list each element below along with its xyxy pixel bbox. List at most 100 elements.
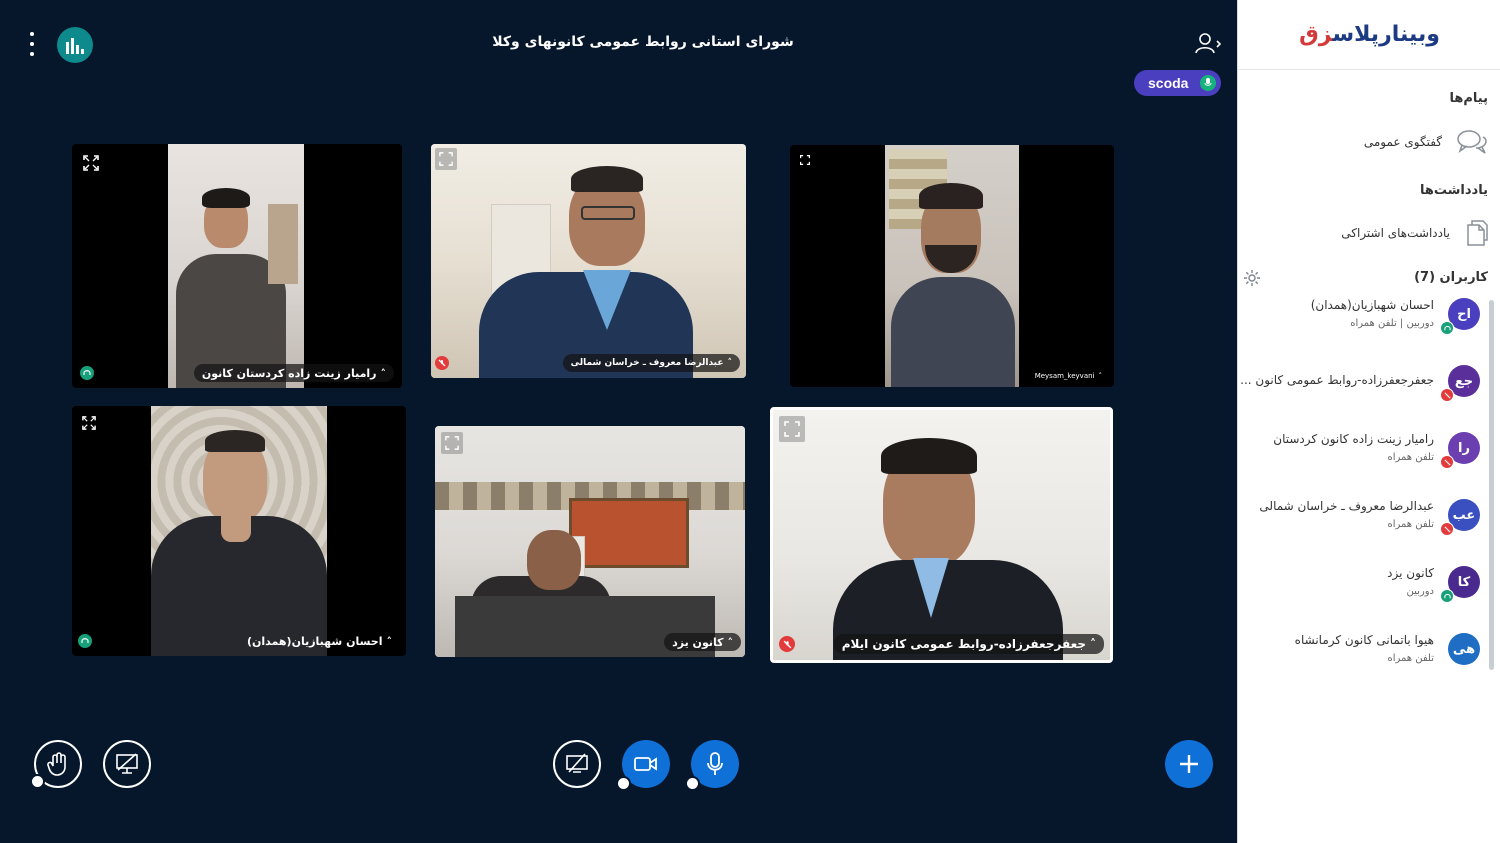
chevron-up-icon: ˄ xyxy=(386,634,393,648)
video-stage: شورای استانی روابط عمومی کانونهای وکلا s… xyxy=(0,0,1237,843)
actions-plus-button[interactable] xyxy=(1165,740,1213,788)
user-row[interactable]: جع جعفرجعفرزاده-روابط عمومی کانون ... xyxy=(1240,359,1486,409)
options-menu-icon[interactable] xyxy=(26,32,38,56)
plus-icon xyxy=(1180,755,1198,773)
presenter-name: scoda xyxy=(1148,75,1189,91)
raise-hand-button[interactable] xyxy=(30,740,82,789)
raise-hand-options[interactable] xyxy=(30,774,45,789)
toggle-userlist-icon[interactable] xyxy=(1194,31,1224,57)
participant-name-tag[interactable]: ˄ Meysam_keyvani xyxy=(1027,367,1110,385)
headphones-icon xyxy=(1440,321,1454,335)
user-meta: تلفن همراه xyxy=(1387,519,1434,530)
expand-icon[interactable] xyxy=(80,152,102,174)
user-meta: تلفن همراه xyxy=(1387,653,1434,664)
video-feed xyxy=(168,144,304,388)
presentation-toggle-button[interactable] xyxy=(103,740,151,788)
video-tile[interactable]: ˄ احسان شهبازیان(همدان) xyxy=(72,406,406,656)
user-row[interactable]: را رامیار زینت زاده کانون کردستان تلفن ه… xyxy=(1241,426,1486,476)
muted-mic-icon xyxy=(779,636,795,652)
user-meta: دوربین xyxy=(1406,586,1434,597)
video-tile[interactable]: ˄ Meysam_keyvani xyxy=(790,145,1114,387)
muted-mic-icon xyxy=(1440,455,1454,469)
document-icon xyxy=(1467,220,1488,246)
participant-name: کانون یزد xyxy=(672,635,724,649)
video-feed xyxy=(773,410,1110,660)
hand-icon xyxy=(47,752,66,776)
participant-name-tag[interactable]: ˄ کانون یزد xyxy=(664,633,741,651)
participant-name-tag[interactable]: ˄ جعفرجعفرزاده-روابط عمومی کانون ایلام xyxy=(833,634,1104,654)
headphones-icon xyxy=(78,634,92,648)
settings-gear-icon[interactable] xyxy=(1243,269,1261,287)
users-heading: کاربران (7) xyxy=(1414,270,1488,285)
chat-icon xyxy=(1457,130,1487,154)
chevron-up-icon: ˄ xyxy=(727,358,733,368)
public-chat-label: گفتگوی عمومی xyxy=(1363,135,1442,149)
user-name: هیوا باتمانی کانون کرمانشاه xyxy=(1294,633,1434,647)
screen-share-off-icon xyxy=(566,753,588,773)
shared-notes-label: یادداشت‌های اشتراکی xyxy=(1341,226,1450,240)
muted-mic-icon xyxy=(435,356,449,370)
headphones-icon xyxy=(1440,589,1454,603)
video-tile[interactable]: ˄ عبدالرضا معروف ـ خراسان شمالی xyxy=(431,144,746,378)
presentation-off-icon xyxy=(116,753,138,774)
user-row[interactable]: اح احسان شهبازیان(همدان) دوربین | تلفن ه… xyxy=(1241,292,1486,342)
user-name: احسان شهبازیان(همدان) xyxy=(1310,298,1434,312)
public-chat-item[interactable]: گفتگوی عمومی xyxy=(1248,122,1488,162)
mic-icon xyxy=(1200,75,1216,91)
muted-mic-icon xyxy=(1440,522,1454,536)
muted-mic-icon xyxy=(1440,388,1454,402)
participant-name: جعفرجعفرزاده-روابط عمومی کانون ایلام xyxy=(841,637,1086,651)
microphone-button[interactable] xyxy=(685,740,739,791)
user-list-scrollbar[interactable] xyxy=(1489,300,1494,670)
brand-logo: وبینارپلاسزق xyxy=(1238,0,1500,70)
notes-heading: یادداشت‌ها xyxy=(1419,183,1488,198)
camera-icon xyxy=(634,757,657,771)
audio-options[interactable] xyxy=(685,776,700,791)
presenter-badge: scoda xyxy=(1134,70,1221,96)
user-name: جعفرجعفرزاده-روابط عمومی کانون ... xyxy=(1240,373,1434,387)
user-name: رامیار زینت زاده کانون کردستان xyxy=(1273,432,1434,446)
expand-icon[interactable] xyxy=(794,149,816,171)
brand-name: وبینارپلاسزق xyxy=(1299,22,1441,47)
user-meta: تلفن همراه xyxy=(1387,452,1434,463)
avatar: هی xyxy=(1448,633,1480,665)
video-feed xyxy=(431,144,746,378)
video-feed xyxy=(885,145,1019,387)
participant-name: احسان شهبازیان(همدان) xyxy=(247,634,383,648)
expand-icon[interactable] xyxy=(441,432,463,454)
video-feed xyxy=(435,426,745,657)
user-name: کانون یزد xyxy=(1387,566,1434,580)
video-tile[interactable]: ˄ رامیار زینت زاده کردستان کانون xyxy=(72,144,402,388)
user-row[interactable]: عب عبدالرضا معروف ـ خراسان شمالی تلفن هم… xyxy=(1241,493,1486,543)
webcam-options[interactable] xyxy=(616,776,631,791)
mic-icon xyxy=(707,752,723,775)
shared-notes-item[interactable]: یادداشت‌های اشتراکی xyxy=(1248,213,1488,253)
connection-stats-icon[interactable] xyxy=(57,27,93,63)
participant-name-tag[interactable]: ˄ احسان شهبازیان(همدان) xyxy=(239,632,400,650)
expand-icon[interactable] xyxy=(779,416,805,442)
participant-name: Meysam_keyvani xyxy=(1034,372,1095,380)
screen-share-button[interactable] xyxy=(553,740,601,788)
messages-heading: پیام‌ها xyxy=(1449,91,1489,106)
webcam-button[interactable] xyxy=(616,740,670,791)
chevron-up-icon: ˄ xyxy=(380,366,387,380)
expand-icon[interactable] xyxy=(435,148,457,170)
participant-name-tag[interactable]: ˄ عبدالرضا معروف ـ خراسان شمالی xyxy=(562,354,740,372)
participant-name-tag[interactable]: ˄ رامیار زینت زاده کردستان کانون xyxy=(193,364,394,382)
user-meta: دوربین | تلفن همراه xyxy=(1350,318,1434,329)
sidebar: وبینارپلاسزق پیام‌ها گفتگوی عمومی یادداش… xyxy=(1237,0,1500,843)
participant-name: عبدالرضا معروف ـ خراسان شمالی xyxy=(570,358,724,368)
chevron-up-icon: ˄ xyxy=(727,635,734,649)
chevron-up-icon: ˄ xyxy=(1090,637,1096,651)
video-tile[interactable]: ˄ کانون یزد xyxy=(435,426,745,657)
user-name: عبدالرضا معروف ـ خراسان شمالی xyxy=(1259,499,1434,513)
user-row[interactable]: کا کانون یزد دوربین xyxy=(1241,560,1486,610)
meeting-title: شورای استانی روابط عمومی کانونهای وکلا xyxy=(492,34,794,50)
chevron-up-icon: ˄ xyxy=(1098,372,1103,380)
user-row[interactable]: هی هیوا باتمانی کانون کرمانشاه تلفن همرا… xyxy=(1241,627,1486,677)
expand-icon[interactable] xyxy=(78,412,100,434)
video-tile[interactable]: ˄ جعفرجعفرزاده-روابط عمومی کانون ایلام xyxy=(770,407,1113,663)
headphones-icon xyxy=(80,366,94,380)
video-feed xyxy=(151,406,327,656)
participant-name: رامیار زینت زاده کردستان کانون xyxy=(201,366,377,380)
